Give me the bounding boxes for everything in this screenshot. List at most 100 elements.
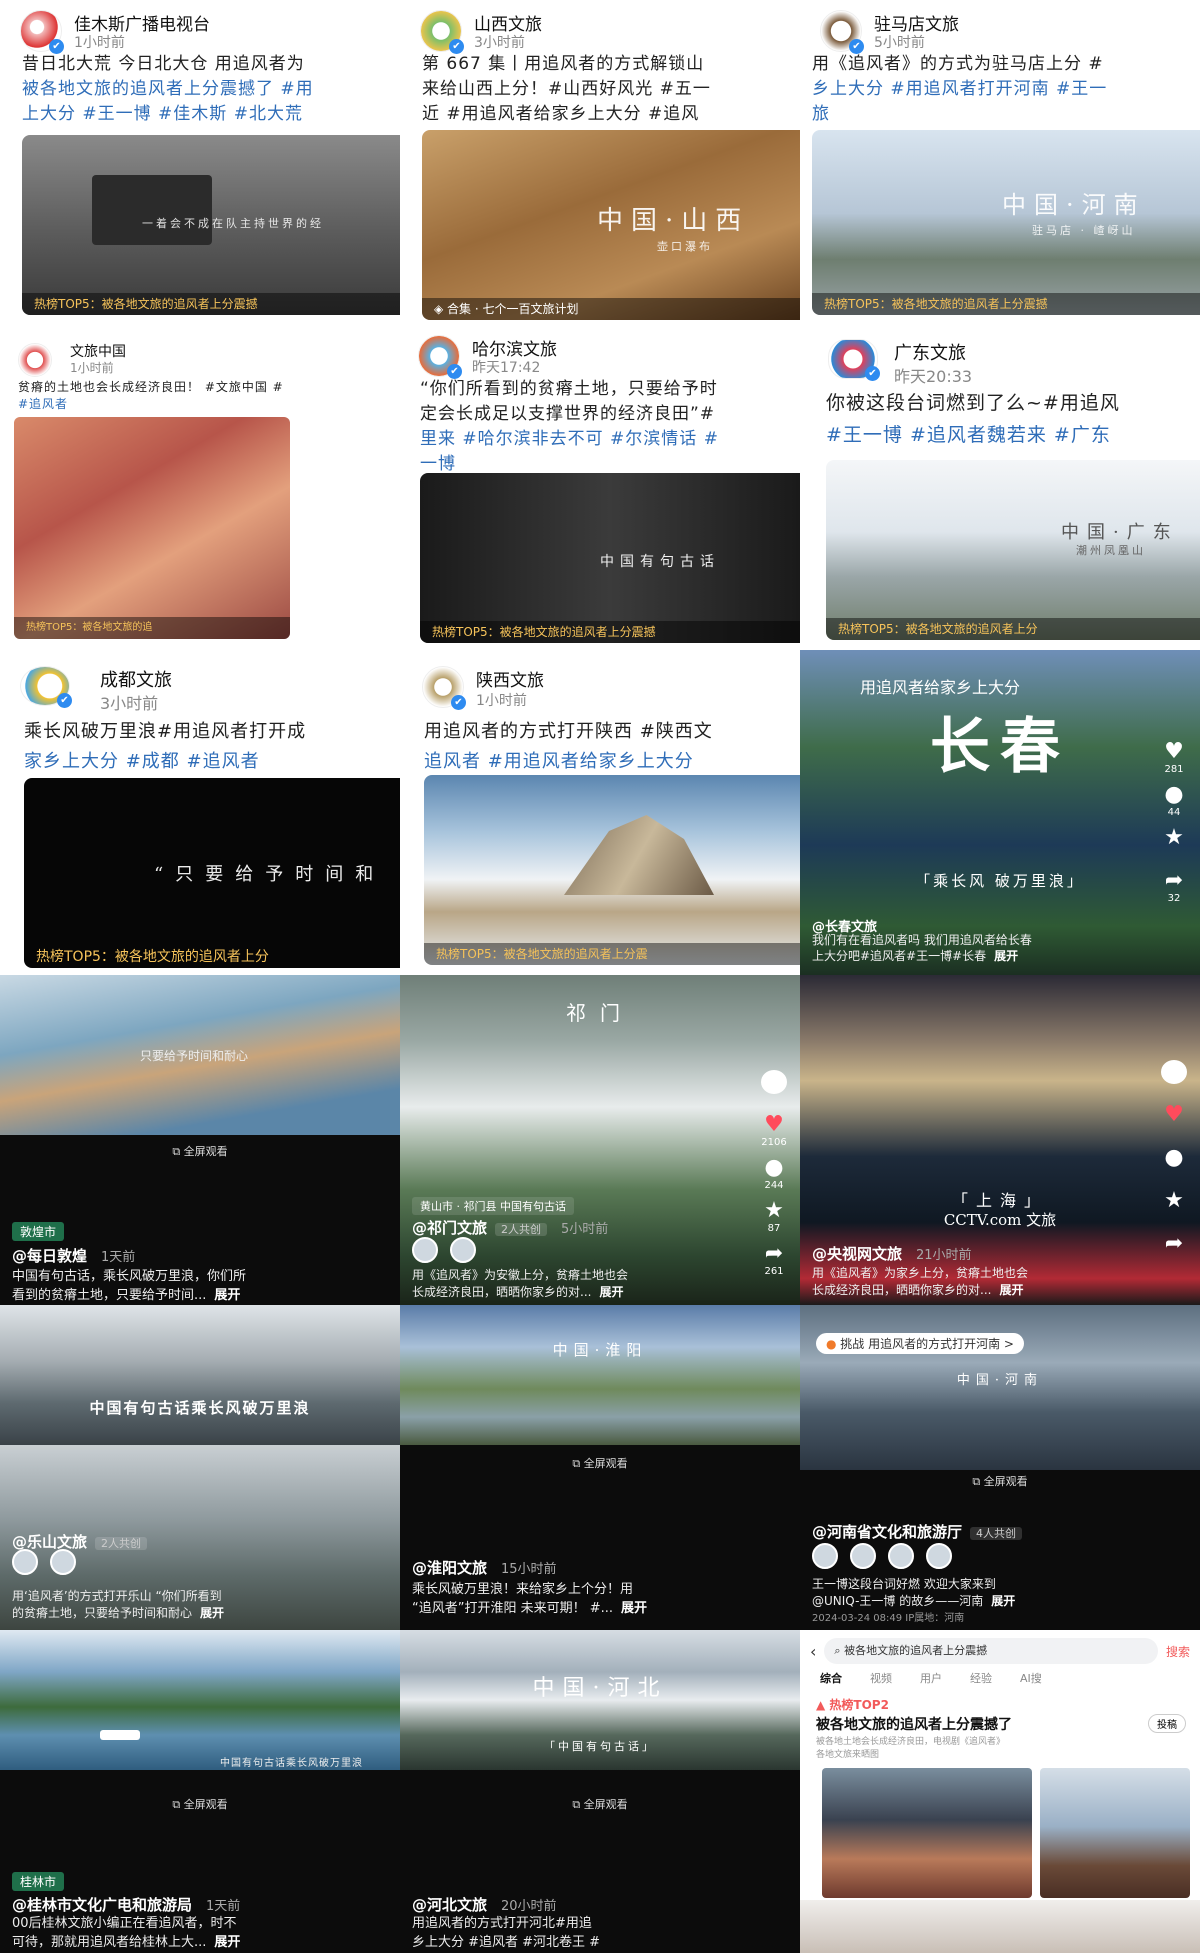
location-tag[interactable]: 敦煌市 [12,1222,65,1241]
cocreator-avatars[interactable] [12,1549,76,1575]
account-avatar[interactable] [422,666,466,710]
video-scene[interactable] [400,1305,800,1445]
post-card-jiamusi[interactable]: 佳木斯广播电视台 1小时前 昔日北大荒 今日北大仓 用追风者为 被各地文旅的追风… [0,0,400,325]
star-icon[interactable]: ★ [761,1199,787,1223]
post-card-shanxi[interactable]: 山西文旅 3小时前 第 667 集丨用追风者的方式解锁山 来给山西上分！#山西好… [400,0,800,325]
hot-list-bar[interactable]: 热榜TOP5：被各地文旅的追 [14,617,290,639]
video-author[interactable]: @央视网文旅 21小时前 [812,1243,972,1264]
account-avatar[interactable] [20,10,64,54]
post-card-guangdong[interactable]: 广东文旅 昨天20:33 你被这段台词燃到了么~#用追风 #王一博 #追风者魏若… [800,325,1200,650]
expand-link[interactable]: 展开 [200,1606,224,1620]
star-icon[interactable]: ★ [1161,1189,1187,1213]
video-card-qimen[interactable]: 祁门 ♥ 2106 ● 244 ★ 87 ➦ 261 黄山市 · 祁门县 中国有句古话 … [400,975,800,1305]
video-author[interactable]: @河南省文化和旅游厅 4人共创 [812,1521,1023,1542]
video-thumbnail[interactable]: 中国·广东 潮州凤凰山 热榜TOP5：被各地文旅的追风者上分 [826,460,1200,640]
account-avatar[interactable] [418,335,462,379]
video-scene[interactable] [0,1305,400,1445]
tab-user[interactable]: 用户 [920,1670,942,1686]
account-avatar[interactable] [20,666,72,708]
post-card-wenlv-china[interactable]: 文旅中国 1小时前 贫瘠的土地也会长成经济良田！ #文旅中国 # #追风者 热榜… [0,325,400,650]
heart-icon[interactable]: ♥ [1161,740,1187,764]
account-avatar[interactable] [1161,1060,1187,1084]
tab-experience[interactable]: 经验 [970,1670,992,1686]
fullscreen-button[interactable]: ⧉ 全屏观看 [0,1796,400,1812]
hot-list-bar[interactable]: 热榜TOP5：被各地文旅的追风者上分震撼 [420,621,800,643]
video-card-shanghai[interactable]: 「上海」 CCTV.com 文旅 ♥ ● ★ ➦ @央视网文旅 21小时前 用《追… [800,975,1200,1305]
video-card-changchun[interactable]: 用追风者给家乡上大分 长春 「乘长风 破万里浪」 ♥ 281 ● 44 ★ ➦ 32 … [800,650,1200,975]
expand-link[interactable]: 展开 [991,1594,1015,1608]
video-thumbnail[interactable]: 中国·山西 壶口瀑布 ◈ 合集 · 七个一百文旅计划 [422,130,800,320]
location-tag[interactable]: 桂林市 [12,1872,65,1891]
hot-list-bar[interactable]: 热榜TOP5：被各地文旅的追风者上分震撼 [812,293,1200,315]
share-icon[interactable]: ➦ [1161,869,1187,893]
star-icon[interactable]: ★ [1161,826,1187,850]
account-avatar[interactable] [820,10,864,54]
fullscreen-button[interactable]: ⧉ 全屏观看 [800,1473,1200,1489]
hot-list-bar[interactable]: 热榜TOP5：被各地文旅的追风者上分 [24,946,400,968]
video-author[interactable]: @每日敦煌 1天前 [12,1245,135,1266]
account-name[interactable]: 成都文旅 [100,666,172,692]
fullscreen-button[interactable]: ⧉ 全屏观看 [400,1796,800,1812]
post-card-chengdu[interactable]: 成都文旅 3小时前 乘长风破万里浪#用追风者打开成 家乡上大分 #成都 #追风者… [0,650,400,975]
result-thumbnail[interactable] [1040,1768,1190,1898]
hot-list-bar[interactable]: 热榜TOP5：被各地文旅的追风者上分震 [424,943,800,965]
search-button[interactable]: 搜索 [1166,1643,1190,1660]
search-input[interactable]: ⌕ 被各地文旅的追风者上分震撼 [824,1638,1158,1664]
search-results-screen[interactable]: ‹ ⌕ 被各地文旅的追风者上分震撼 搜索 综合 视频 用户 经验 AI搜 ▲ 热… [800,1630,1200,1953]
expand-link[interactable]: 展开 [599,1285,623,1299]
heart-icon[interactable]: ♥ [761,1113,787,1137]
hot-list-bar[interactable]: 热榜TOP5：被各地文旅的追风者上分 [826,618,1200,640]
video-thumbnail[interactable]: “只要给予时间和 热榜TOP5：被各地文旅的追风者上分 [24,778,400,968]
expand-link[interactable]: 展开 [214,1288,240,1303]
video-card-guilin[interactable]: 中国有句古话乘长风破万里浪 ⧉ 全屏观看 桂林市 @桂林市文化广电和旅游局 1天前… [0,1630,400,1953]
share-icon[interactable]: ➦ [761,1242,787,1266]
challenge-pill[interactable]: ● 挑战 用追风者的方式打开河南 > [816,1333,1024,1354]
fullscreen-button[interactable]: ⧉ 全屏观看 [400,1455,800,1471]
expand-link[interactable]: 展开 [621,1601,647,1616]
account-avatar[interactable] [18,343,52,377]
cocreator-avatars[interactable] [812,1543,952,1569]
account-name[interactable]: 陕西文旅 [476,666,544,691]
submit-button[interactable]: 投稿 [1148,1714,1186,1733]
share-icon[interactable]: ➦ [1161,1232,1187,1256]
video-card-huaiyang[interactable]: 中国·淮阳 ⧉ 全屏观看 @淮阳文旅 15小时前 乘长风破万里浪！来给家乡上个分！… [400,1305,800,1630]
collection-bar[interactable]: ◈ 合集 · 七个一百文旅计划 [422,298,800,320]
comment-icon[interactable]: ● [1161,1146,1187,1170]
post-card-harbin[interactable]: 哈尔滨文旅 昨天17:42 “你们所看到的贫瘠土地，只要给予时 定会长成足以支撑… [400,325,800,650]
account-name[interactable]: 文旅中国 [70,341,126,361]
comment-icon[interactable]: ● [761,1156,787,1180]
tab-ai-search[interactable]: AI搜 [1020,1670,1042,1686]
video-card-henan[interactable]: ● 挑战 用追风者的方式打开河南 > 中国·河南 ⧉ 全屏观看 @河南省文化和旅… [800,1305,1200,1630]
video-thumbnail[interactable]: 一着会不成在队主持世界的经 热榜TOP5：被各地文旅的追风者上分震撼 [22,135,400,315]
video-author[interactable]: @祁门文旅 2人共创 5小时前 [412,1217,608,1238]
hot-list-bar[interactable]: 热榜TOP5：被各地文旅的追风者上分震撼 [22,293,400,315]
expand-link[interactable]: 展开 [994,949,1018,963]
heart-icon[interactable]: ♥ [1161,1103,1187,1127]
fullscreen-button[interactable]: ⧉ 全屏观看 [0,1143,400,1159]
video-thumbnail[interactable]: 中国有句古话 热榜TOP5：被各地文旅的追风者上分震撼 [420,473,800,643]
post-card-shaanxi[interactable]: 陕西文旅 1小时前 用追风者的方式打开陕西 #陕西文 追风者 #用追风者给家乡上… [400,650,800,975]
video-card-dunhuang[interactable]: 只要给予时间和耐心 ⧉ 全屏观看 敦煌市 @每日敦煌 1天前 中国有句古话，乘长风… [0,975,400,1305]
video-author[interactable]: @桂林市文化广电和旅游局 1天前 [12,1894,240,1915]
account-name[interactable]: 广东文旅 [894,339,966,365]
expand-link[interactable]: 展开 [214,1935,240,1950]
back-icon[interactable]: ‹ [810,1642,816,1661]
video-author[interactable]: @淮阳文旅 15小时前 [412,1557,557,1578]
post-card-zhumadian[interactable]: 驻马店文旅 5小时前 用《追风者》的方式为驻马店上分 # 乡上大分 #用追风者打… [800,0,1200,325]
tab-all[interactable]: 综合 [820,1670,842,1686]
cocreator-avatars[interactable] [412,1237,476,1263]
video-card-hebei[interactable]: 中国·河北 「中国有句古话」 ⧉ 全屏观看 @河北文旅 20小时前 用追风者的方式… [400,1630,800,1953]
comment-icon[interactable]: ● [1161,783,1187,807]
location-tag[interactable]: 黄山市 · 祁门县 中国有句古话 [412,1197,574,1215]
result-thumbnail[interactable] [822,1768,1032,1898]
video-thumbnail[interactable]: 中国·河南 驻马店 · 嵖岈山 热榜TOP5：被各地文旅的追风者上分震撼 [812,130,1200,315]
account-avatar[interactable] [761,1070,787,1094]
expand-link[interactable]: 展开 [999,1283,1023,1297]
video-thumbnail[interactable]: 热榜TOP5：被各地文旅的追风者上分震 [424,775,800,965]
account-avatar[interactable] [420,10,464,54]
video-author[interactable]: @河北文旅 20小时前 [412,1894,557,1915]
video-thumbnail[interactable]: 热榜TOP5：被各地文旅的追 [14,417,290,639]
account-avatar[interactable] [828,339,880,381]
video-scene[interactable] [0,1630,400,1770]
result-title[interactable]: 被各地文旅的追风者上分震撼了 [816,1714,1012,1734]
